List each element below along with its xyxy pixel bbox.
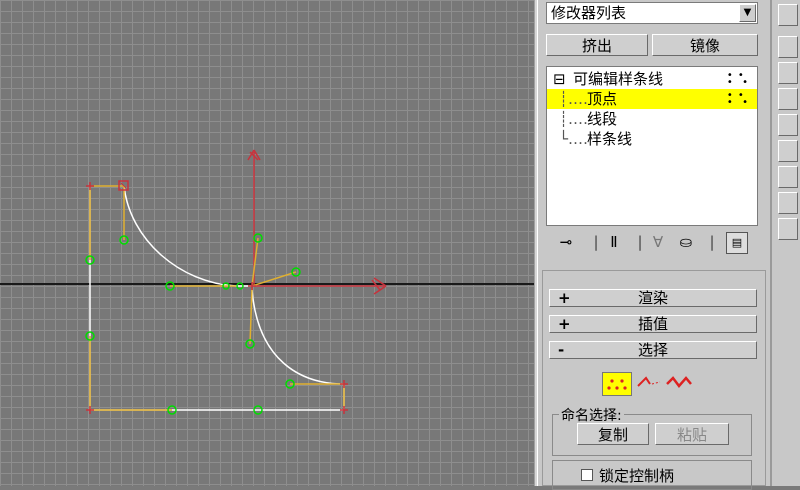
divider: | bbox=[637, 233, 643, 251]
named-selection-title: 命名选择: bbox=[559, 405, 624, 425]
transform-gizmo bbox=[247, 149, 387, 295]
chevron-down-icon[interactable]: ▼ bbox=[739, 4, 756, 22]
lock-handles-checkbox[interactable] bbox=[581, 469, 593, 481]
named-selection-group: 命名选择: 复制 粘贴 bbox=[552, 405, 752, 456]
copy-button[interactable]: 复制 bbox=[577, 423, 649, 445]
display-tab[interactable] bbox=[778, 114, 798, 136]
modifier-list-dropdown[interactable]: 修改器列表 ▼ bbox=[546, 2, 758, 24]
lock-handles-label: 锁定控制柄 bbox=[599, 467, 675, 485]
rollout-title: 选择 bbox=[637, 341, 668, 359]
segment-icon bbox=[637, 376, 661, 387]
stack-item-label: 样条线 bbox=[587, 130, 633, 148]
tree-line: └‥‥ bbox=[559, 130, 589, 148]
stack-toolbar: ⊸ | Ⅱ | ∀ ⛀ | ▤ bbox=[538, 230, 770, 256]
extrude-label: 挤出 bbox=[581, 36, 612, 55]
make-unique-icon[interactable]: ∀ bbox=[648, 232, 668, 252]
stack-item-spline[interactable]: └‥‥ 样条线 bbox=[547, 129, 757, 149]
extrude-button[interactable]: 挤出 bbox=[546, 34, 648, 56]
vertex-markers bbox=[86, 182, 348, 414]
divider: | bbox=[709, 233, 715, 251]
panel-tab[interactable] bbox=[778, 218, 798, 240]
remove-modifier-icon[interactable]: ⛀ bbox=[676, 232, 696, 252]
rollout-interpolation[interactable]: + 插值 bbox=[549, 315, 757, 333]
mirror-button[interactable]: 镜像 bbox=[652, 34, 758, 56]
tree-line: ┊‥‥ bbox=[559, 110, 589, 128]
paste-button[interactable]: 粘贴 bbox=[655, 423, 729, 445]
command-panel-tabs bbox=[770, 0, 800, 486]
collapse-toggle-icon[interactable]: ⊟ bbox=[553, 69, 566, 89]
pin-stack-icon[interactable]: ⊸ bbox=[556, 232, 576, 252]
divider: | bbox=[593, 233, 599, 251]
stack-item-label: 顶点 bbox=[587, 90, 618, 108]
modifier-list-label: 修改器列表 bbox=[551, 4, 627, 22]
subobject-dots-icon: • • • • bbox=[726, 90, 749, 108]
panel-tab[interactable] bbox=[778, 192, 798, 214]
command-panel: 修改器列表 ▼ 挤出 镜像 ⊟ 可编辑样条线 • • • • ┊‥‥ 顶点 • •… bbox=[538, 0, 770, 490]
rollout-title: 插值 bbox=[637, 315, 668, 333]
vertex-icon bbox=[607, 379, 627, 390]
handle-markers bbox=[85, 233, 301, 415]
mirror-label: 镜像 bbox=[689, 36, 720, 55]
stack-root[interactable]: ⊟ 可编辑样条线 • • • • bbox=[547, 69, 757, 89]
rollout-rendering[interactable]: + 渲染 bbox=[549, 289, 757, 307]
hierarchy-tab[interactable] bbox=[778, 62, 798, 84]
spline-icon bbox=[666, 376, 692, 388]
motion-tab[interactable] bbox=[778, 88, 798, 110]
vertex-mode-button[interactable] bbox=[602, 372, 632, 396]
panel-tab[interactable] bbox=[778, 166, 798, 188]
spline-mode-button[interactable] bbox=[664, 372, 694, 396]
show-end-result-icon[interactable]: Ⅱ bbox=[604, 232, 624, 252]
stack-item-segment[interactable]: ┊‥‥ 线段 bbox=[547, 109, 757, 129]
spline-shape bbox=[89, 185, 345, 411]
stack-root-label: 可编辑样条线 bbox=[573, 70, 664, 88]
viewport-drawing bbox=[0, 149, 534, 415]
rollout-title: 渲染 bbox=[637, 289, 668, 307]
viewport[interactable] bbox=[0, 0, 534, 486]
subobject-dots-icon: • • • • bbox=[726, 70, 749, 88]
copy-label: 复制 bbox=[597, 425, 628, 444]
create-tab[interactable] bbox=[778, 4, 798, 26]
stack-item-label: 线段 bbox=[587, 110, 618, 128]
configure-modifier-sets-icon[interactable]: ▤ bbox=[726, 232, 748, 254]
rollout-selection[interactable]: - 选择 bbox=[549, 341, 757, 359]
stack-item-vertex[interactable]: ┊‥‥ 顶点 • • • • bbox=[547, 89, 757, 109]
tree-line: ┊‥‥ bbox=[559, 90, 589, 108]
modify-tab[interactable] bbox=[778, 36, 798, 58]
utilities-tab[interactable] bbox=[778, 140, 798, 162]
segment-mode-button[interactable] bbox=[636, 372, 662, 396]
modifier-stack[interactable]: ⊟ 可编辑样条线 • • • • ┊‥‥ 顶点 • • • • ┊‥‥ 线段 └‥‥… bbox=[546, 66, 758, 226]
paste-label: 粘贴 bbox=[676, 425, 707, 444]
